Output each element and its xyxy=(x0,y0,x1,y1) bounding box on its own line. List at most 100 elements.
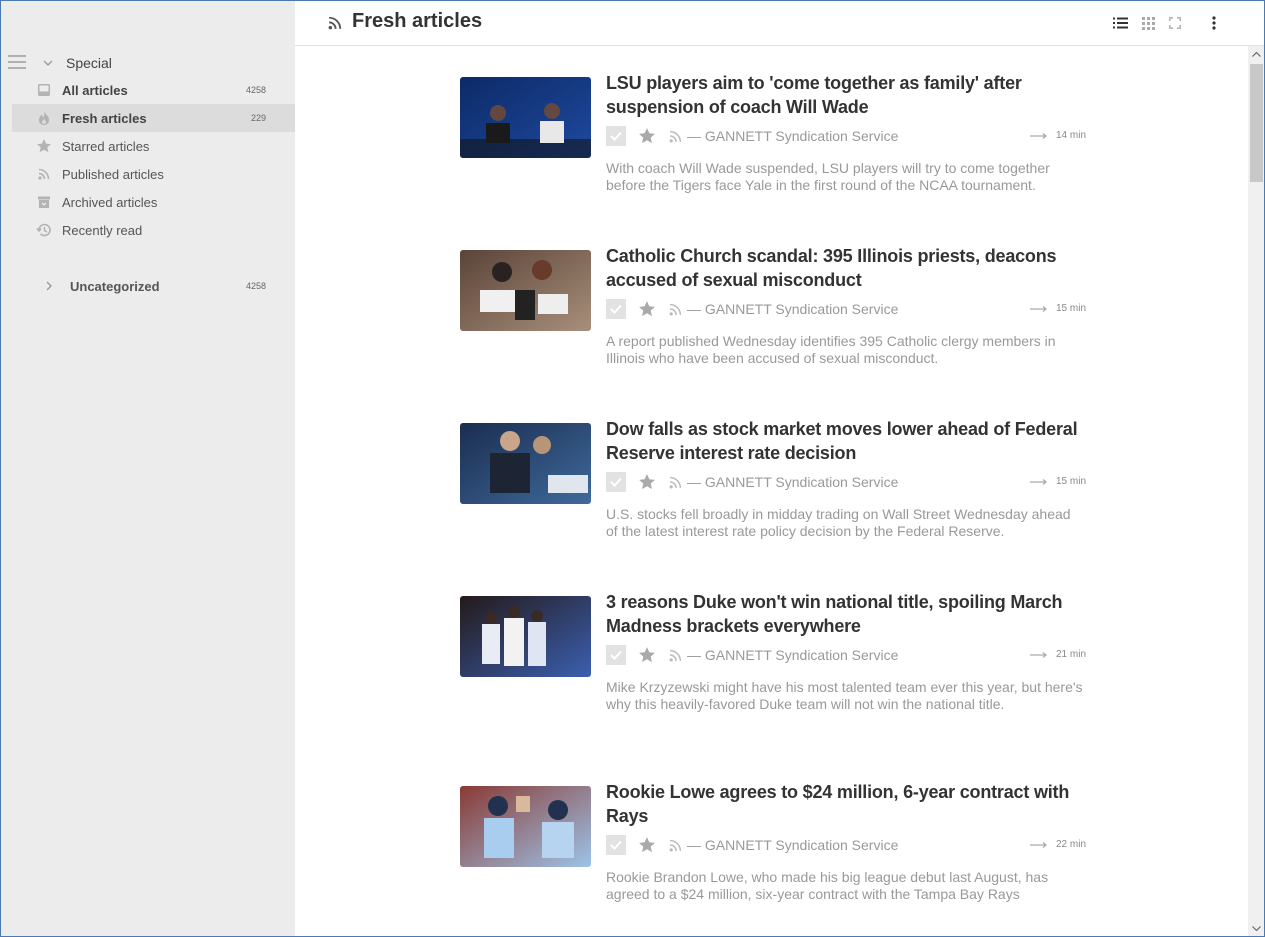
star-icon[interactable] xyxy=(638,646,656,664)
special-section-label: Special xyxy=(66,55,112,71)
history-icon xyxy=(36,222,52,238)
article-meta: — GANNETT Syndication Service 15 min xyxy=(606,467,1086,497)
sidebar-item-label: Starred articles xyxy=(62,138,150,154)
read-time-label: 15 min xyxy=(1055,476,1086,487)
read-time: 21 min xyxy=(1029,649,1086,660)
unread-count: 4258 xyxy=(245,85,266,95)
rss-icon[interactable] xyxy=(668,475,683,490)
read-time-label: 15 min xyxy=(1055,303,1086,314)
rss-icon xyxy=(328,16,342,30)
page-title: Fresh articles xyxy=(352,10,483,32)
archive-icon xyxy=(36,194,52,210)
grid-view-icon[interactable] xyxy=(1140,15,1156,31)
article-excerpt: Rookie Brandon Lowe, who made his big le… xyxy=(606,869,1049,902)
rss-icon[interactable] xyxy=(668,129,683,144)
rss-icon[interactable] xyxy=(668,302,683,317)
article-source[interactable]: — GANNETT Syndication Service xyxy=(687,301,898,317)
read-time: 14 min xyxy=(1029,130,1086,141)
scroll-up-icon[interactable] xyxy=(1248,46,1264,63)
sidebar-item-all-articles[interactable]: All articles 4258 xyxy=(12,76,295,104)
article-body: 3 reasons Duke won't win national title,… xyxy=(606,590,1086,713)
article-source[interactable]: — GANNETT Syndication Service xyxy=(687,128,898,144)
sidebar-item-published-articles[interactable]: Published articles xyxy=(12,160,295,188)
article-meta: — GANNETT Syndication Service 22 min xyxy=(606,830,1086,860)
arrow-right-icon xyxy=(1029,132,1047,139)
mark-read-icon[interactable] xyxy=(606,472,626,492)
star-icon[interactable] xyxy=(638,473,656,491)
sidebar-item-label: All articles xyxy=(62,82,128,98)
article-meta: — GANNETT Syndication Service 15 min xyxy=(606,294,1086,324)
arrow-right-icon xyxy=(1029,305,1047,312)
article-title[interactable]: 3 reasons Duke won't win national title,… xyxy=(606,590,1086,638)
article-thumbnail[interactable] xyxy=(460,786,591,867)
article-title[interactable]: Catholic Church scandal: 395 Illinois pr… xyxy=(606,244,1086,292)
article-title[interactable]: LSU players aim to 'come together as fam… xyxy=(606,71,1086,119)
article-source[interactable]: — GANNETT Syndication Service xyxy=(687,837,898,853)
read-time-label: 21 min xyxy=(1055,649,1086,660)
special-nav-list: All articles 4258 Fresh articles 229 Sta… xyxy=(12,76,295,244)
article-body: Catholic Church scandal: 395 Illinois pr… xyxy=(606,244,1086,367)
star-icon[interactable] xyxy=(638,836,656,854)
category-label: Uncategorized xyxy=(70,278,160,294)
mark-read-icon[interactable] xyxy=(606,299,626,319)
scrollbar-thumb[interactable] xyxy=(1250,64,1263,182)
scroll-down-icon[interactable] xyxy=(1248,920,1264,936)
mark-read-icon[interactable] xyxy=(606,126,626,146)
article-body: LSU players aim to 'come together as fam… xyxy=(606,71,1086,194)
article-thumbnail[interactable] xyxy=(460,423,591,504)
article-body: Rookie Lowe agrees to $24 million, 6-yea… xyxy=(606,780,1086,903)
arrow-right-icon xyxy=(1029,841,1047,848)
sidebar-item-label: Fresh articles xyxy=(62,110,147,126)
sidebar-item-starred-articles[interactable]: Starred articles xyxy=(12,132,295,160)
sidebar-item-label: Recently read xyxy=(62,222,143,238)
sidebar-category-uncategorized[interactable]: Uncategorized 4258 xyxy=(12,272,295,300)
read-time: 15 min xyxy=(1029,476,1086,487)
read-time-label: 14 min xyxy=(1055,130,1086,141)
more-options-icon[interactable] xyxy=(1206,15,1222,31)
arrow-right-icon xyxy=(1029,651,1047,658)
rss-icon[interactable] xyxy=(668,838,683,853)
flame-icon xyxy=(36,110,52,126)
article-thumbnail[interactable] xyxy=(460,77,591,158)
chevron-right-icon xyxy=(42,279,56,293)
mark-read-icon[interactable] xyxy=(606,835,626,855)
fullscreen-icon[interactable] xyxy=(1167,15,1183,31)
article-body: Dow falls as stock market moves lower ah… xyxy=(606,417,1086,540)
article-source[interactable]: — GANNETT Syndication Service xyxy=(687,647,898,663)
article-thumbnail[interactable] xyxy=(460,250,591,331)
sidebar-item-fresh-articles[interactable]: Fresh articles 229 xyxy=(12,104,295,132)
content-header: Fresh articles xyxy=(295,1,1264,46)
mark-read-icon[interactable] xyxy=(606,645,626,665)
vertical-scrollbar[interactable] xyxy=(1248,46,1264,936)
article-title[interactable]: Dow falls as stock market moves lower ah… xyxy=(606,417,1086,465)
article-excerpt: Mike Krzyzewski might have his most tale… xyxy=(606,679,1083,712)
star-icon[interactable] xyxy=(638,300,656,318)
star-icon xyxy=(36,138,52,154)
special-section-toggle[interactable]: Special xyxy=(41,52,112,74)
chevron-down-icon xyxy=(41,56,55,70)
star-icon[interactable] xyxy=(638,127,656,145)
sidebar: Special All articles 4258 Fresh articles… xyxy=(1,1,295,936)
list-view-icon[interactable] xyxy=(1112,15,1128,31)
article-meta: — GANNETT Syndication Service 21 min xyxy=(606,640,1086,670)
menu-toggle-icon[interactable] xyxy=(8,55,26,71)
arrow-right-icon xyxy=(1029,478,1047,485)
article-excerpt: With coach Will Wade suspended, LSU play… xyxy=(606,160,1050,193)
app-window: Special All articles 4258 Fresh articles… xyxy=(0,0,1265,937)
read-time: 22 min xyxy=(1029,839,1086,850)
article-source[interactable]: — GANNETT Syndication Service xyxy=(687,474,898,490)
read-time: 15 min xyxy=(1029,303,1086,314)
article-thumbnail[interactable] xyxy=(460,596,591,677)
article-excerpt: A report published Wednesday identifies … xyxy=(606,333,1056,366)
article-title[interactable]: Rookie Lowe agrees to $24 million, 6-yea… xyxy=(606,780,1086,828)
unread-count: 4258 xyxy=(245,281,266,291)
rss-icon xyxy=(36,166,52,182)
rss-icon[interactable] xyxy=(668,648,683,663)
article-excerpt: U.S. stocks fell broadly in midday tradi… xyxy=(606,506,1071,539)
sidebar-item-recently-read[interactable]: Recently read xyxy=(12,216,295,244)
sidebar-item-label: Archived articles xyxy=(62,194,158,210)
sidebar-item-archived-articles[interactable]: Archived articles xyxy=(12,188,295,216)
article-meta: — GANNETT Syndication Service 14 min xyxy=(606,121,1086,151)
inbox-icon xyxy=(36,82,52,98)
unread-count: 229 xyxy=(250,113,266,123)
